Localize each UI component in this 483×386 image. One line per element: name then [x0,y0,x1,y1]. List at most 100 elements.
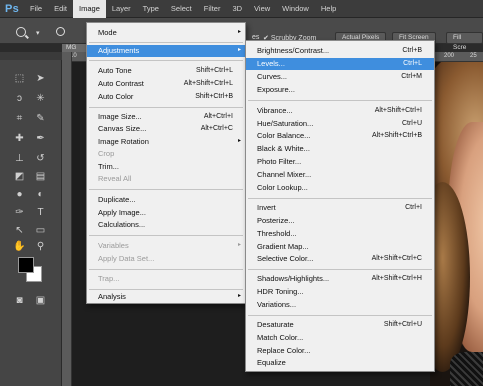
menu-image[interactable]: Image [73,0,106,18]
menu-item-label: Variables [98,241,129,250]
menu-shortcut: Ctrl+I [405,204,422,211]
eyedropper-icon[interactable]: ✎ [34,112,47,125]
adjust-replace-color[interactable]: Replace Color... [246,345,434,357]
adjust-invert[interactable]: Invert Ctrl+I [246,202,434,214]
shape-tool-icon[interactable]: ▭ [34,224,47,237]
image-menu-duplicate[interactable]: Duplicate... [87,194,245,206]
menu-type[interactable]: Type [137,0,165,18]
adjust-exposure[interactable]: Exposure... [246,84,434,96]
image-menu-apply-image[interactable]: Apply Image... [87,207,245,219]
menu-shortcut: Shift+Ctrl+L [196,67,233,74]
menu-shortcut: Ctrl+B [402,47,422,54]
image-menu-auto-color[interactable]: Auto Color Shift+Ctrl+B [87,91,245,103]
menu-3d[interactable]: 3D [226,0,248,18]
fill-screen-button[interactable]: Fill Scre [446,32,483,51]
adjust-levels[interactable]: Levels... Ctrl+L [246,58,434,70]
adjust-vibrance[interactable]: Vibrance... Alt+Shift+Ctrl+I [246,105,434,117]
ruler-label: 25 [470,53,477,59]
image-menu-mode[interactable]: Mode ▸ [87,27,245,39]
adjust-desaturate[interactable]: Desaturate Shift+Ctrl+U [246,319,434,331]
menu-layer[interactable]: Layer [106,0,137,18]
history-brush-icon[interactable]: ↺ [34,152,47,165]
magic-wand-icon[interactable]: ✳ [34,92,47,105]
menu-item-label: Image Rotation [98,137,149,146]
healing-tool-icon[interactable]: ✚ [13,132,26,145]
image-menu-trim[interactable]: Trim... [87,161,245,173]
pen-tool-icon[interactable]: ✑ [13,206,26,219]
photo-lace [450,352,483,386]
tool-dropdown-icon[interactable]: ▾ [36,29,40,37]
path-select-icon[interactable]: ↖ [13,224,26,237]
eraser-tool-icon[interactable]: ◩ [13,170,26,183]
adjust-curves[interactable]: Curves... Ctrl+M [246,71,434,83]
adjust-shadows-highlights[interactable]: Shadows/Highlights... Alt+Shift+Ctrl+H [246,273,434,285]
menu-item-label: Exposure... [257,85,295,94]
menu-window[interactable]: Window [276,0,315,18]
image-menu-calculations[interactable]: Calculations... [87,219,245,231]
menu-shortcut: Alt+Shift+Ctrl+L [183,80,233,87]
adjust-variations[interactable]: Variations... [246,299,434,311]
tools-panel-header [0,52,62,60]
adjust-black-white[interactable]: Black & White... [246,143,434,155]
menu-file[interactable]: File [24,0,48,18]
image-menu-image-rotation[interactable]: Image Rotation ▸ [87,136,245,148]
image-menu-analysis[interactable]: Analysis ▸ [87,291,245,303]
menu-filter[interactable]: Filter [198,0,227,18]
adjust-photo-filter[interactable]: Photo Filter... [246,156,434,168]
zoom-tool-panel-icon[interactable]: ⚲ [34,240,47,253]
zoom-in-icon[interactable] [56,27,65,36]
menu-separator [89,107,243,108]
move-tool-icon[interactable]: ➤ [34,72,47,85]
dodge-tool-icon[interactable]: ◐ [34,188,47,201]
adjust-hue-saturation[interactable]: Hue/Saturation... Ctrl+U [246,118,434,130]
menu-shortcut: Alt+Shift+Ctrl+H [371,275,422,282]
menu-select[interactable]: Select [165,0,198,18]
marquee-tool-icon[interactable]: ⬚ [13,72,26,85]
image-menu: Mode ▸ Adjustments ▸ Auto Tone Shift+Ctrl+L… [86,22,246,304]
stamp-tool-icon[interactable]: ⊥ [13,152,26,165]
menu-item-label: Crop [98,149,115,158]
menu-separator [248,100,432,101]
adjust-gradient-map[interactable]: Gradient Map... [246,241,434,253]
image-menu-auto-tone[interactable]: Auto Tone Shift+Ctrl+L [87,65,245,77]
hand-tool-icon[interactable]: ✋ [13,240,26,253]
adjust-equalize[interactable]: Equalize [246,357,434,369]
menu-item-label: Shadows/Highlights... [257,274,330,283]
crop-tool-icon[interactable]: ⌗ [13,112,26,125]
image-menu-canvas-size[interactable]: Canvas Size... Alt+Ctrl+C [87,123,245,135]
gradient-tool-icon[interactable]: ▤ [34,170,47,183]
menu-shortcut: Ctrl+U [401,120,422,127]
menu-item-label: Image Size... [98,112,142,121]
menu-shortcut: Alt+Shift+Ctrl+I [374,107,422,114]
type-tool-icon[interactable]: T [34,206,47,219]
quick-mask-icon[interactable]: ◙ [13,294,26,307]
lasso-tool-icon[interactable]: ↄ [13,92,26,105]
image-menu-image-size[interactable]: Image Size... Alt+Ctrl+I [87,111,245,123]
image-menu-adjustments[interactable]: Adjustments ▸ [87,45,245,57]
menu-item-label: Photo Filter... [257,157,302,166]
menu-item-label: Desaturate [257,320,294,329]
adjust-channel-mixer[interactable]: Channel Mixer... [246,169,434,181]
image-menu-auto-contrast[interactable]: Auto Contrast Alt+Shift+Ctrl+L [87,78,245,90]
menu-edit[interactable]: Edit [48,0,73,18]
adjust-brightness-contrast[interactable]: Brightness/Contrast... Ctrl+B [246,45,434,57]
menu-shortcut: Alt+Shift+Ctrl+C [371,255,422,262]
adjust-selective-color[interactable]: Selective Color... Alt+Shift+Ctrl+C [246,253,434,265]
adjust-posterize[interactable]: Posterize... [246,215,434,227]
menu-view[interactable]: View [248,0,276,18]
screen-mode-icon[interactable]: ▣ [34,294,47,307]
blur-tool-icon[interactable]: ● [13,188,26,201]
foreground-color-swatch[interactable] [18,257,34,273]
adjust-hdr-toning[interactable]: HDR Toning... [246,286,434,298]
brush-tool-icon[interactable]: ✒ [34,132,47,145]
image-menu-apply-data-set: Apply Data Set... [87,253,245,265]
adjust-color-lookup[interactable]: Color Lookup... [246,182,434,194]
adjust-match-color[interactable]: Match Color... [246,332,434,344]
menu-item-label: Auto Color [98,92,134,101]
adjust-threshold[interactable]: Threshold... [246,228,434,240]
menu-item-label: Vibrance... [257,106,293,115]
adjust-color-balance[interactable]: Color Balance... Alt+Shift+Ctrl+B [246,130,434,142]
zoom-tool-icon[interactable] [16,27,26,37]
menu-help[interactable]: Help [315,0,342,18]
ruler-label: 200 [444,53,455,59]
